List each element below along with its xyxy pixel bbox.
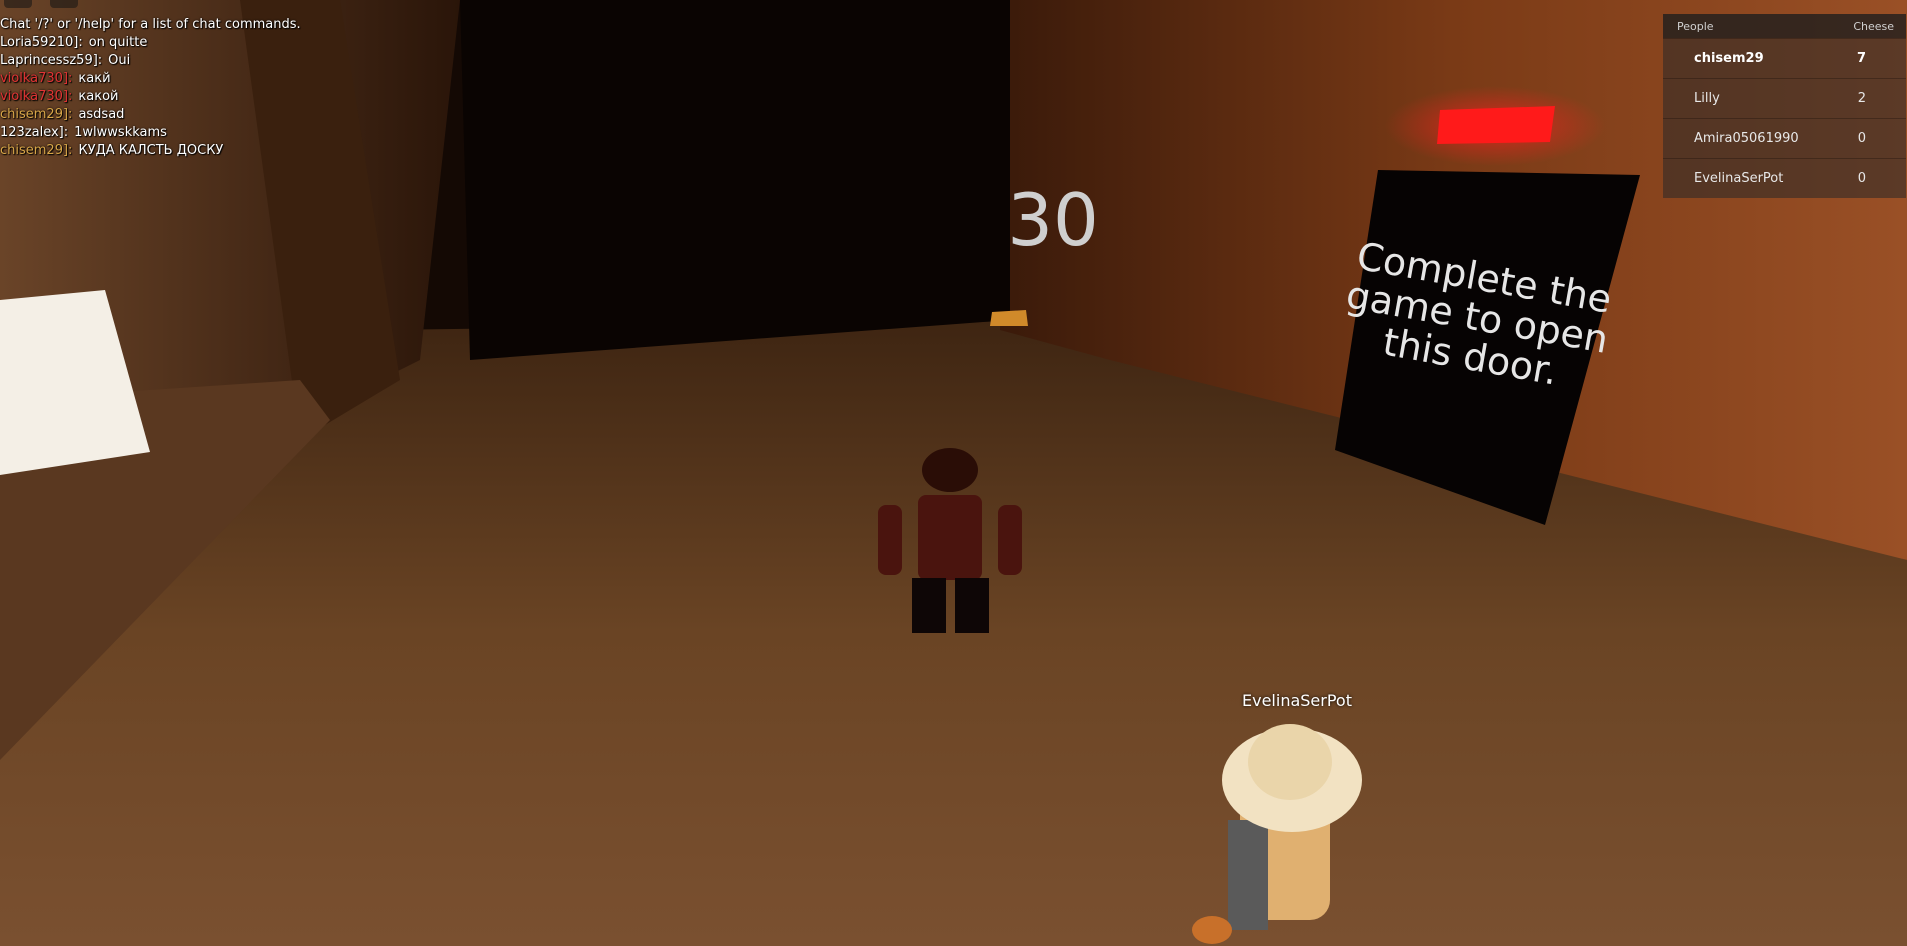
- player-name: chisem29: [1694, 51, 1764, 66]
- orange-plank: [990, 310, 1028, 326]
- chat-message: chisem29]: КУДА КАЛСТЬ ДОСКУ: [0, 142, 420, 160]
- leaderboard: People Cheese chisem29 7 Lilly 2 Amira050619…: [1663, 14, 1906, 198]
- dark-corridor: [460, 0, 1010, 360]
- player-score: 0: [1857, 171, 1866, 186]
- player-name: Lilly: [1694, 91, 1720, 106]
- chat-window: Chat '/?' or '/help' for a list of chat …: [0, 16, 420, 160]
- player-name: Amira05061990: [1694, 131, 1799, 146]
- chat-messages: Loria59210]: on quitte Laprincessz59]: Oui v…: [0, 34, 420, 160]
- leaderboard-row[interactable]: Lilly 2: [1663, 78, 1906, 118]
- chat-message: chisem29]: asdsad: [0, 106, 420, 124]
- room-number: 30: [1007, 178, 1099, 262]
- exit-light: [1437, 106, 1555, 144]
- chat-text: КУДА КАЛСТЬ ДОСКУ: [78, 143, 224, 158]
- chat-message: violka730]: какй: [0, 70, 420, 88]
- column-cheese: Cheese: [1853, 19, 1894, 33]
- leaderboard-row[interactable]: chisem29 7: [1663, 38, 1906, 78]
- chat-username[interactable]: 123zalex]:: [0, 125, 68, 140]
- chat-toggle-icon[interactable]: [50, 0, 78, 8]
- chat-message: Loria59210]: on quitte: [0, 34, 420, 52]
- player-score: 2: [1857, 91, 1866, 106]
- chat-username[interactable]: chisem29]:: [0, 107, 72, 122]
- leaderboard-row[interactable]: EvelinaSerPot 0: [1663, 158, 1906, 198]
- chat-text: какй: [78, 71, 111, 86]
- player-score: 0: [1857, 131, 1866, 146]
- chat-username[interactable]: violka730]:: [0, 71, 72, 86]
- chat-username[interactable]: chisem29]:: [0, 143, 72, 158]
- chat-message: Laprincessz59]: Oui: [0, 52, 420, 70]
- chat-username[interactable]: Laprincessz59]:: [0, 53, 102, 68]
- chat-system-message: Chat '/?' or '/help' for a list of chat …: [0, 17, 301, 32]
- leaderboard-header: People Cheese: [1663, 14, 1906, 38]
- chat-text: on quitte: [88, 35, 148, 50]
- chat-username[interactable]: Loria59210]:: [0, 35, 83, 50]
- column-people: People: [1677, 19, 1714, 33]
- chat-text: 1wlwwskkams: [74, 125, 167, 140]
- leaderboard-row[interactable]: Amira05061990 0: [1663, 118, 1906, 158]
- roblox-menu-icon[interactable]: [4, 0, 32, 8]
- chat-message: 123zalex]: 1wlwwskkams: [0, 124, 420, 142]
- chat-message: violka730]: какой: [0, 88, 420, 106]
- chat-text: какой: [78, 89, 119, 104]
- player-score: 7: [1856, 51, 1866, 66]
- chat-text: asdsad: [78, 107, 125, 122]
- player-nametag: EvelinaSerPot: [1242, 691, 1352, 710]
- chat-text: Oui: [108, 53, 131, 68]
- chat-username[interactable]: violka730]:: [0, 89, 72, 104]
- player-name: EvelinaSerPot: [1694, 171, 1784, 186]
